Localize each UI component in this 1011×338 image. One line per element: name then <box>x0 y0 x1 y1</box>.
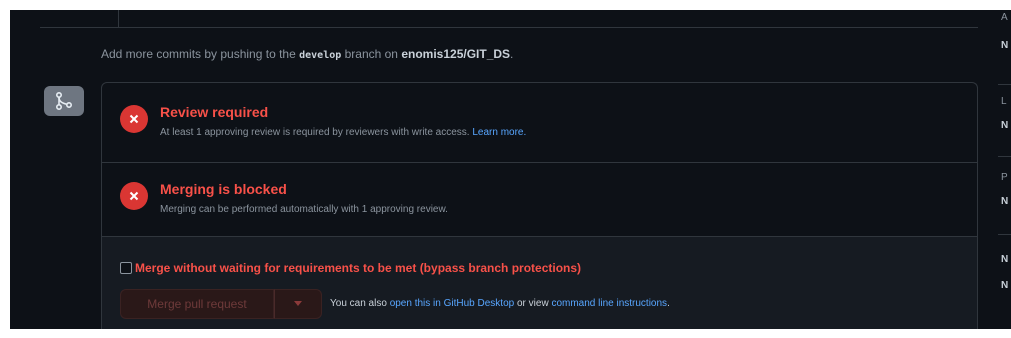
sidebar-divider <box>998 234 1011 235</box>
merging-blocked-title: Merging is blocked <box>160 181 287 197</box>
merge-alternatives-text: You can also open this in GitHub Desktop… <box>330 298 670 309</box>
sidebar-label-p: P <box>1001 172 1008 183</box>
bypass-row[interactable]: Merge without waiting for requirements t… <box>120 261 581 275</box>
review-required-section: Review required At least 1 approving rev… <box>102 83 977 163</box>
command-line-instructions-link[interactable]: command line instructions <box>551 298 667 309</box>
also-suffix: . <box>667 298 670 309</box>
merge-action-section: Merge without waiting for requirements t… <box>102 237 977 330</box>
sidebar-divider <box>998 84 1011 85</box>
merge-method-dropdown[interactable] <box>274 289 322 319</box>
merging-blocked-section: Merging is blocked Merging can be perfor… <box>102 163 977 237</box>
bypass-label[interactable]: Merge without waiting for requirements t… <box>135 261 581 275</box>
open-github-desktop-link[interactable]: open this in GitHub Desktop <box>390 298 515 309</box>
review-required-title: Review required <box>160 104 269 120</box>
sidebar-value-n: N <box>1001 196 1009 207</box>
x-circle-icon <box>120 105 148 133</box>
sidebar-value-n: N <box>1001 40 1009 51</box>
sidebar-label-a: A <box>1001 12 1008 23</box>
commits-hint: Add more commits by pushing to the devel… <box>101 47 513 61</box>
merge-pull-request-button[interactable]: Merge pull request <box>120 289 274 319</box>
sidebar-label-l: L <box>1001 96 1007 107</box>
repo-name[interactable]: enomis125/GIT_DS <box>401 47 510 61</box>
window-bottom-edge <box>0 329 1011 338</box>
sidebar-value-n: N <box>1001 280 1009 291</box>
bypass-checkbox[interactable] <box>120 262 132 274</box>
sidebar-value-n: N <box>1001 254 1009 265</box>
hint-middle: branch on <box>344 47 398 61</box>
hint-prefix: Add more commits by pushing to the <box>101 47 296 61</box>
learn-more-link[interactable]: Learn more. <box>472 127 526 138</box>
branch-name: develop <box>299 50 342 61</box>
merge-status-box: Review required At least 1 approving rev… <box>101 82 978 330</box>
window-top-edge <box>0 0 1011 10</box>
window-left-edge <box>0 0 10 338</box>
or-view-text: or view <box>516 298 549 309</box>
triangle-down-icon <box>294 301 302 306</box>
x-circle-icon <box>120 182 148 210</box>
sidebar-divider <box>998 156 1011 157</box>
also-prefix: You can also <box>330 298 387 309</box>
review-required-desc: At least 1 approving review is required … <box>160 127 526 138</box>
hint-suffix: . <box>510 47 514 61</box>
sidebar-value-n: N <box>1001 120 1009 131</box>
timeline-line <box>118 10 119 28</box>
review-desc-text: At least 1 approving review is required … <box>160 127 470 138</box>
timeline-divider <box>40 27 978 28</box>
git-merge-icon <box>44 86 84 116</box>
merging-blocked-desc: Merging can be performed automatically w… <box>160 204 448 215</box>
